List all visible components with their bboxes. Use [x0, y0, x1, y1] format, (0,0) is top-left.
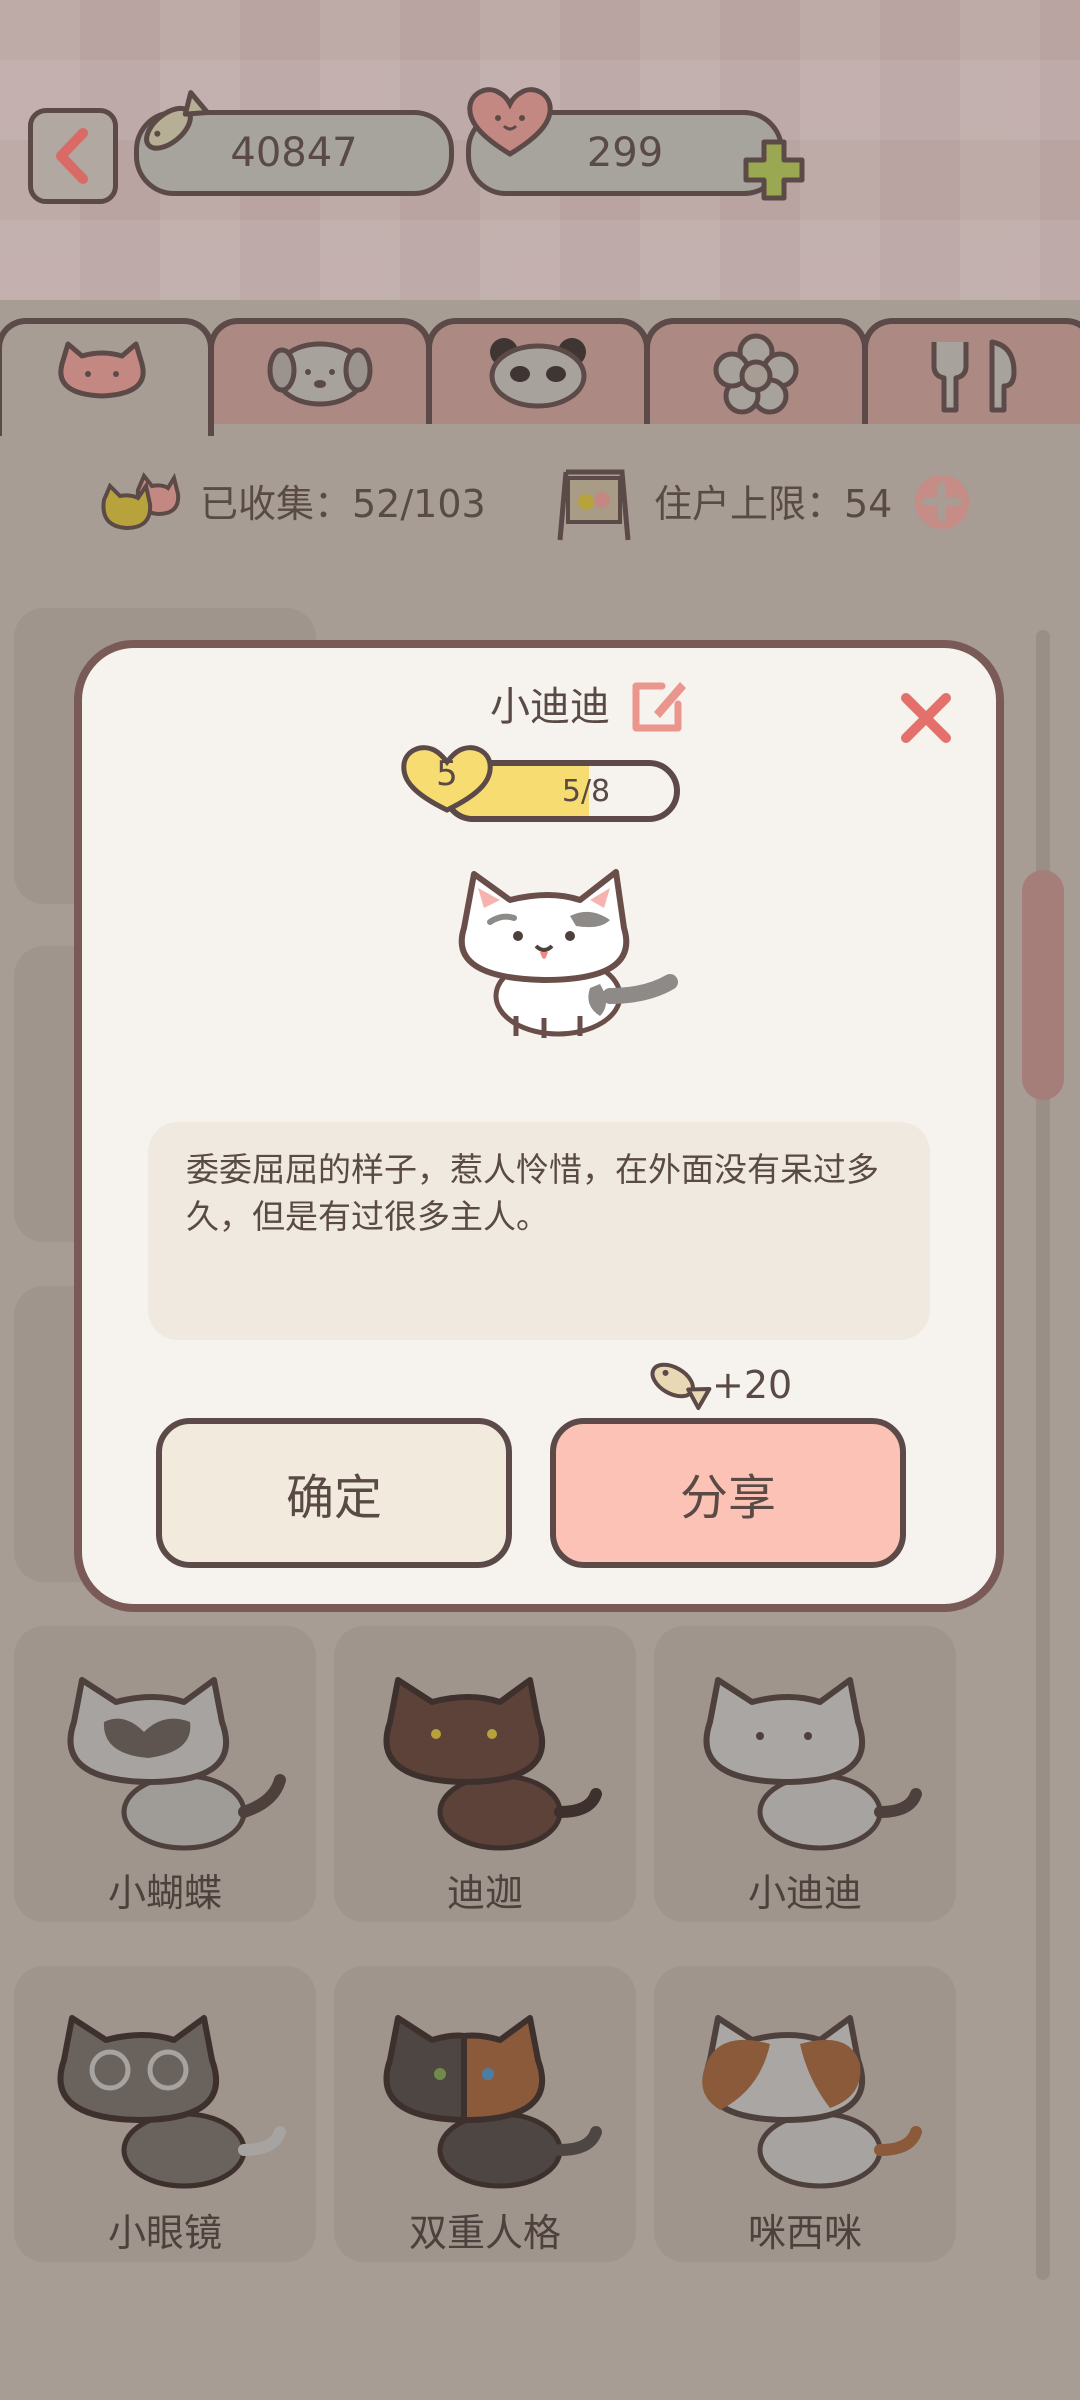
cat-mixi-illustration [702, 2015, 922, 2189]
cat-portrait-icon [458, 869, 678, 1038]
reward-amount: +20 [712, 1363, 793, 1407]
cat-description: 委委屈屈的样子，惹人怜惜，在外面没有呆过多久，但是有过很多主人。 [186, 1150, 879, 1236]
cat-card-butterfly[interactable]: 小蝴蝶 [14, 1626, 316, 1922]
cat-card-glasses[interactable]: 小眼镜 [14, 1966, 316, 2262]
cat-name-label: 咪西咪 [747, 2211, 862, 2255]
add-resident-button[interactable] [912, 472, 972, 532]
cat-glasses-illustration [57, 2015, 286, 2189]
cat-xiaodidi-illustration [703, 1677, 922, 1851]
signboard-icon [557, 469, 631, 541]
cat-card-dual[interactable]: 双重人格 [334, 1966, 636, 2262]
scrollbar-thumb[interactable] [1022, 870, 1064, 1100]
tab-dogs[interactable] [208, 318, 432, 424]
fish-icon [144, 90, 210, 151]
reward-fish-icon [650, 1362, 712, 1411]
cat-card-tiga[interactable]: 迪迦 [334, 1626, 636, 1922]
back-arrow-icon [56, 128, 88, 184]
edit-name-button[interactable] [628, 672, 692, 736]
confirm-button[interactable]: 确定 [156, 1418, 512, 1568]
cat-name-label: 小眼镜 [107, 2211, 222, 2255]
tab-flowers[interactable] [644, 318, 868, 424]
cat-description-box: 委委屈屈的样子，惹人怜惜，在外面没有呆过多久，但是有过很多主人。 [148, 1122, 930, 1340]
collected-count: 已收集：52/103 [200, 481, 486, 526]
cat-name-label: 双重人格 [408, 2211, 561, 2255]
flower-tab-icon [713, 333, 799, 415]
cat-butterfly-illustration [67, 1677, 286, 1851]
tab-food[interactable] [862, 318, 1080, 424]
tab-pandas[interactable] [426, 318, 650, 424]
heart-icon [467, 87, 553, 157]
cat-name-title: 小迪迪 [490, 684, 610, 730]
cat-dual-illustration [383, 2015, 602, 2189]
panda-tab-icon [489, 338, 587, 409]
level-number: 5 [436, 754, 458, 794]
cat-name-label: 小迪迪 [747, 1871, 862, 1915]
resident-limit: 住户上限：54 [654, 481, 893, 526]
close-button[interactable] [896, 688, 956, 748]
cat-name-label: 小蝴蝶 [107, 1871, 222, 1915]
share-button[interactable]: 分享 [550, 1418, 906, 1568]
cat-card-mixi[interactable]: 咪西咪 [654, 1966, 956, 2262]
add-hearts-button[interactable] [738, 134, 810, 206]
utensils-tab-icon [931, 339, 1017, 413]
cat-tab-icon [58, 341, 146, 399]
cat-card-xiaodidi[interactable]: 小迪迪 [654, 1626, 956, 1922]
cat-name-label: 迪迦 [446, 1871, 523, 1915]
collected-cats-icon [101, 472, 181, 531]
tab-cats[interactable] [0, 318, 214, 436]
cat-tiga-illustration [383, 1677, 602, 1851]
dog-tab-icon [267, 341, 373, 407]
back-button[interactable] [28, 108, 118, 204]
